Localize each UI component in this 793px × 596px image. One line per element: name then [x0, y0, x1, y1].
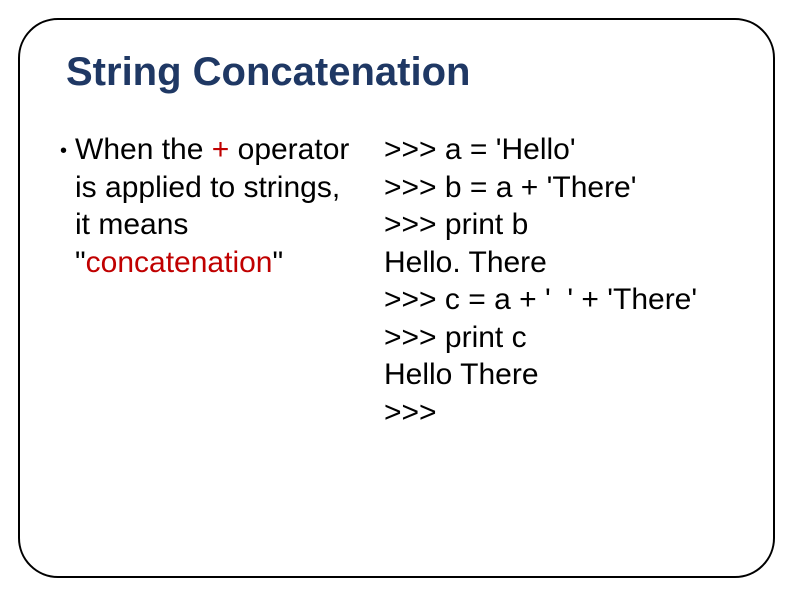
code-line-7: Hello There — [384, 358, 539, 391]
plus-operator: + — [212, 133, 230, 166]
slide-frame: String Concatenation • When the + operat… — [18, 18, 775, 578]
slide-title: String Concatenation — [66, 50, 733, 95]
bullet-text: When the + operator is applied to string… — [75, 131, 360, 281]
code-line-4: Hello. There — [384, 246, 547, 279]
concat-word: concatenation — [86, 246, 273, 279]
bullet-suffix: " — [272, 246, 283, 279]
code-line-6: >>> print c — [384, 321, 527, 354]
code-line-5: >>> c = a + ' ' + 'There' — [384, 283, 697, 316]
code-block: >>> a = 'Hello' >>> b = a + 'There' >>> … — [384, 131, 733, 431]
code-line-8: >>> — [384, 396, 437, 429]
code-line-3: >>> print b — [384, 208, 528, 241]
code-line-1: >>> a = 'Hello' — [384, 133, 576, 166]
bullet-prefix: When the — [75, 133, 212, 166]
code-line-2: >>> b = a + 'There' — [384, 171, 636, 204]
bullet-marker: • — [60, 133, 67, 169]
bullet-block: • When the + operator is applied to stri… — [60, 131, 360, 281]
slide-content: • When the + operator is applied to stri… — [60, 131, 733, 431]
